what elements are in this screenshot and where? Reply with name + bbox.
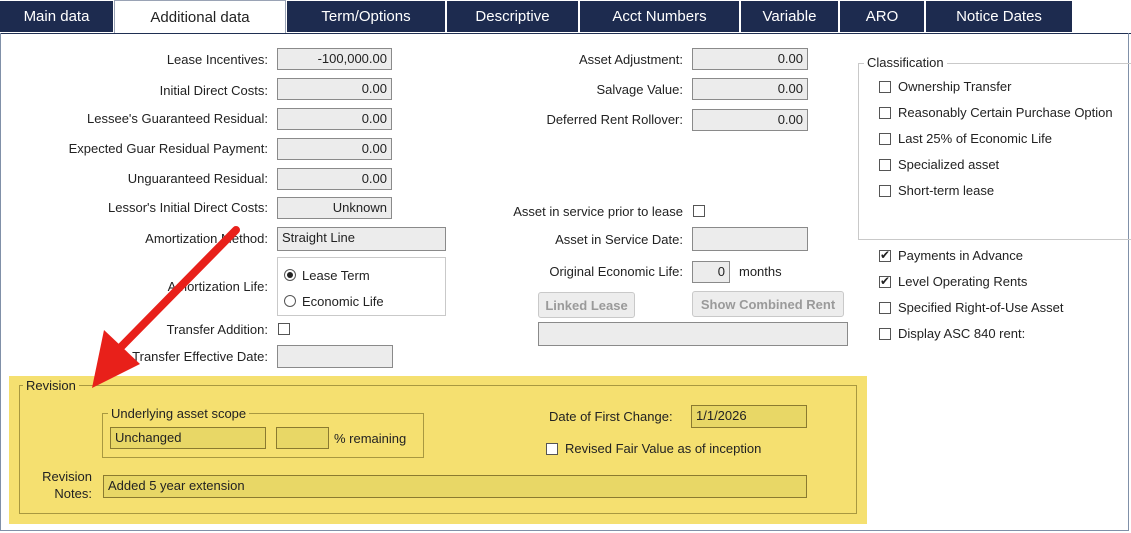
red-arrow-annotation <box>92 226 240 388</box>
